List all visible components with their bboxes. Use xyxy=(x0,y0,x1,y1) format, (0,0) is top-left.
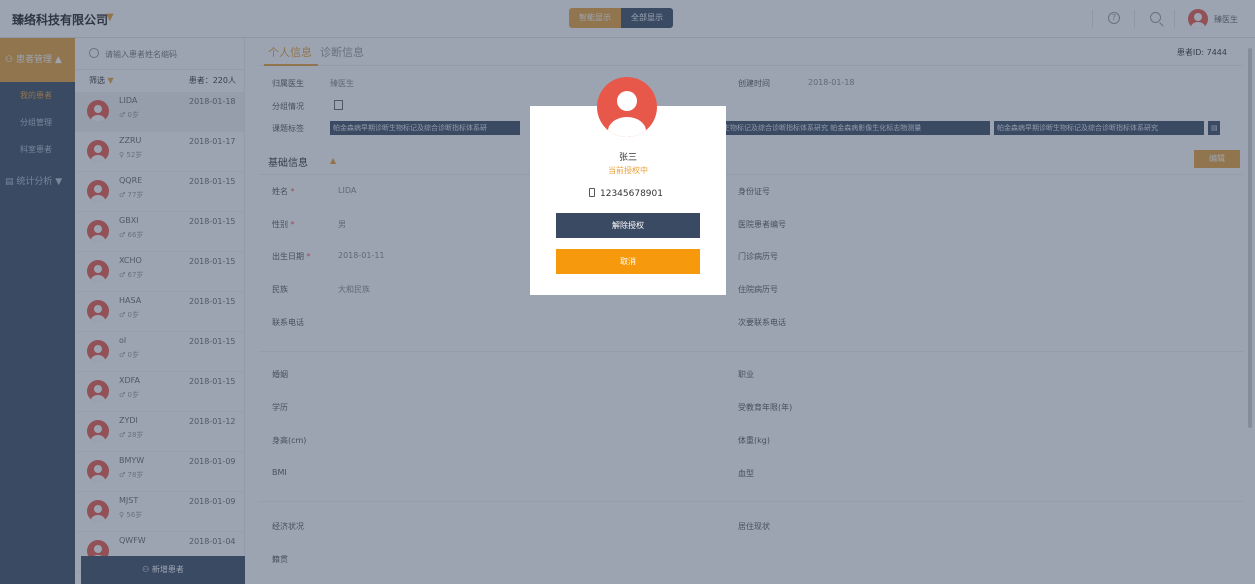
modal-avatar xyxy=(597,77,657,137)
phone-icon xyxy=(589,188,595,197)
modal-name: 张三 xyxy=(618,153,637,163)
authorization-status: 当前授权中 xyxy=(608,166,648,175)
modal-phone-number: 12345678901 xyxy=(600,189,663,199)
revoke-authorization-button[interactable]: 解除授权 xyxy=(556,213,700,238)
modal-phone: 12345678901 xyxy=(589,188,663,199)
cancel-button[interactable]: 取消 xyxy=(556,249,700,274)
